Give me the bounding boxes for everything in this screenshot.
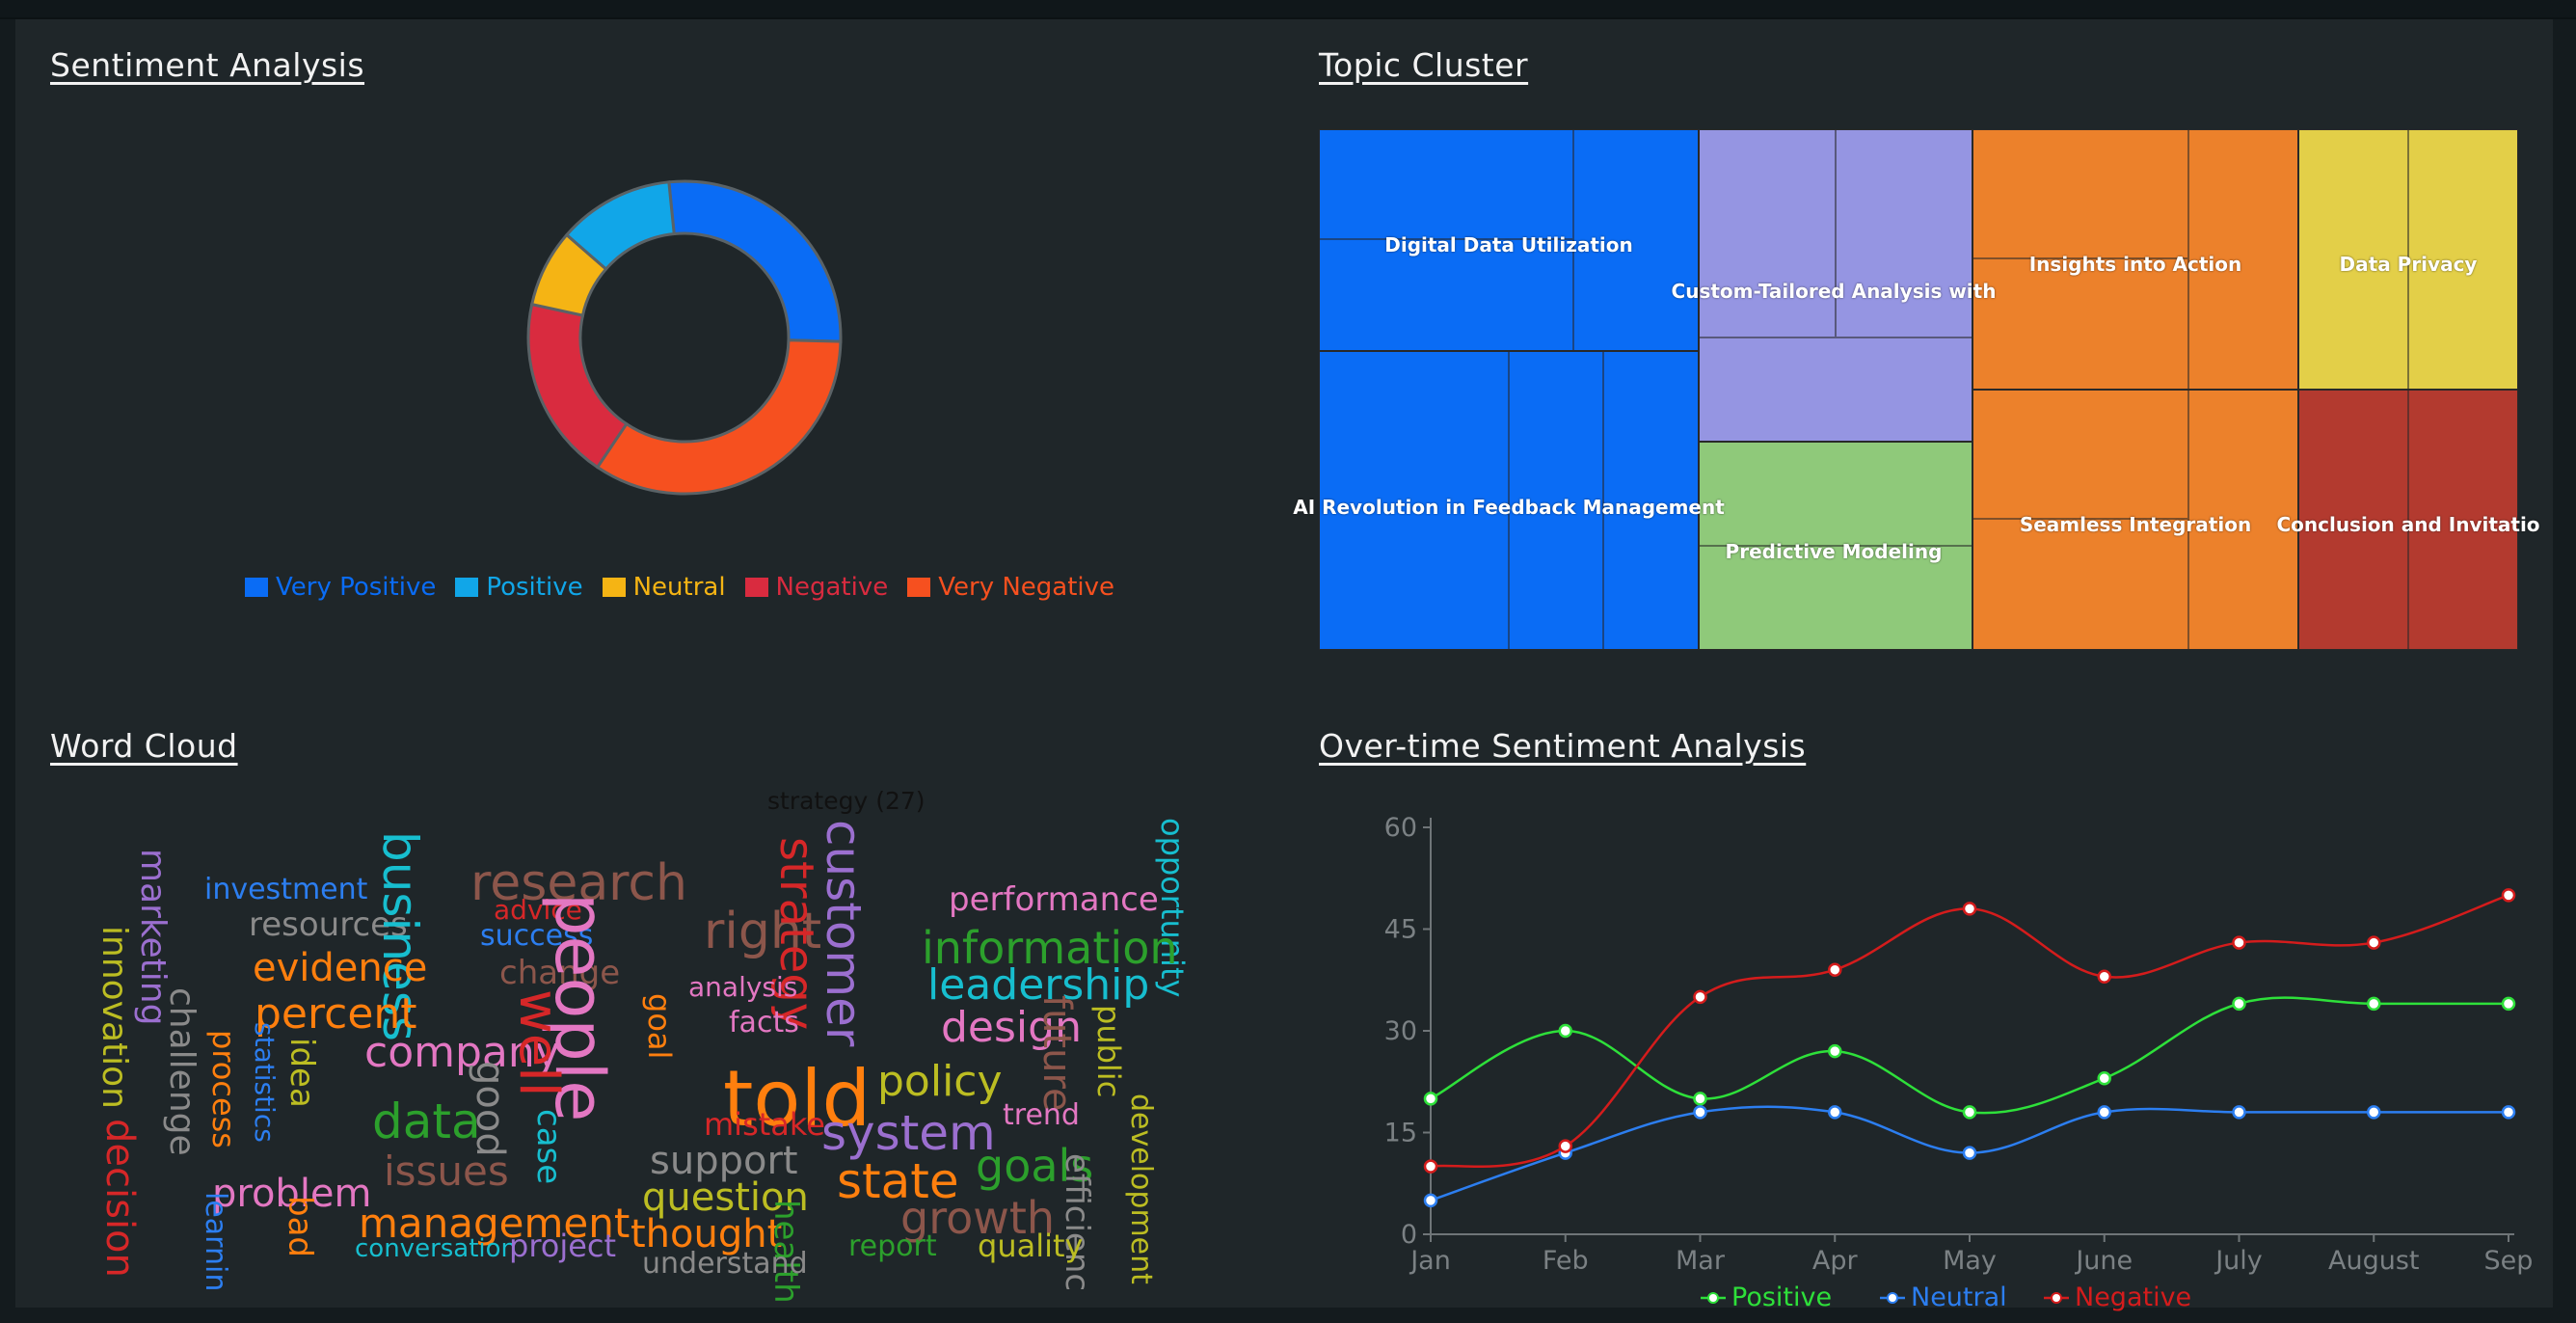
point-neutral[interactable] [2232, 1105, 2246, 1120]
legend-swatch [245, 578, 268, 597]
line-negative[interactable] [1430, 894, 2509, 1168]
x-tick-label: Sep [2484, 1246, 2534, 1276]
point-negative[interactable] [2367, 935, 2381, 950]
point-negative[interactable] [1693, 989, 1707, 1005]
treemap-subcell[interactable] [1699, 338, 1972, 442]
point-negative[interactable] [1962, 902, 1977, 916]
treemap-subcell[interactable] [1972, 258, 2188, 390]
point-neutral[interactable] [1423, 1193, 1438, 1208]
point-negative[interactable] [1828, 962, 1842, 977]
treemap-label: Seamless Integration [2019, 513, 2252, 536]
over-time-sentiment-title: Over-time Sentiment Analysis [1319, 727, 1807, 765]
point-neutral[interactable] [2501, 1105, 2516, 1120]
donut-slice-very-negative[interactable] [595, 338, 843, 496]
point-neutral[interactable] [2097, 1105, 2111, 1120]
donut-slice-very-positive[interactable] [667, 179, 843, 343]
sentiment-donut-chart [526, 179, 843, 496]
point-positive[interactable] [2501, 996, 2516, 1012]
treemap-label: Insights into Action [2028, 253, 2242, 276]
point-positive[interactable] [2232, 996, 2246, 1012]
x-tick-label: June [2074, 1246, 2133, 1276]
legend-label: Neutral [632, 573, 726, 602]
legend-item-neutral[interactable]: Neutral [602, 573, 726, 602]
point-negative[interactable] [2097, 969, 2111, 984]
topic-cluster-title: Topic Cluster [1319, 46, 1529, 84]
top-bar [0, 0, 2576, 19]
treemap-label: Data Privacy [2339, 253, 2478, 276]
y-tick-label: 60 [1384, 813, 1417, 843]
point-positive[interactable] [1693, 1092, 1707, 1106]
treemap-subcell[interactable] [1972, 129, 2188, 258]
treemap-subcell[interactable] [1836, 129, 1972, 338]
legend-label: Positive [486, 573, 583, 602]
x-tick-label: Mar [1676, 1246, 1726, 1276]
legend-marker [2051, 1292, 2062, 1304]
word-cloud-title: Word Cloud [50, 727, 238, 765]
point-neutral[interactable] [2367, 1105, 2381, 1120]
x-tick-label: Apr [1812, 1246, 1859, 1276]
point-neutral[interactable] [1962, 1146, 1977, 1160]
legend-item-positive[interactable]: Positive [455, 573, 583, 602]
legend-label-positive[interactable]: Positive [1731, 1282, 1832, 1311]
legend-label: Very Negative [938, 573, 1115, 602]
legend-label: Negative [775, 573, 889, 602]
legend-item-negative[interactable]: Negative [744, 573, 889, 602]
treemap-subcell[interactable] [1972, 519, 2188, 650]
point-neutral[interactable] [1828, 1105, 1842, 1120]
point-positive[interactable] [1828, 1043, 1842, 1059]
sentiment-legend: Very Positive Positive Neutral Negative Very… [245, 573, 1134, 602]
word-cloud-tooltip: strategy (27) [767, 787, 926, 815]
legend-swatch [744, 578, 768, 597]
point-neutral[interactable] [1693, 1105, 1707, 1120]
treemap-label: AI Revolution in Feedback Management [1293, 496, 1725, 519]
treemap-label: Conclusion and Invitatio [2276, 513, 2540, 536]
legend-item-very-positive[interactable]: Very Positive [245, 573, 436, 602]
legend-label-negative[interactable]: Negative [2075, 1282, 2191, 1311]
y-tick-label: 15 [1384, 1119, 1417, 1148]
sentiment-analysis-title: Sentiment Analysis [50, 46, 365, 84]
x-tick-label: August [2328, 1246, 2420, 1276]
x-tick-label: Feb [1543, 1246, 1589, 1276]
legend-swatch [907, 578, 931, 597]
legend-marker [1887, 1292, 1898, 1304]
treemap-label: Predictive Modeling [1725, 540, 1943, 563]
donut-slice-negative[interactable] [526, 302, 629, 470]
y-tick-label: 30 [1384, 1016, 1417, 1046]
point-negative[interactable] [1423, 1159, 1438, 1174]
point-positive[interactable] [2097, 1070, 2111, 1086]
point-negative[interactable] [1558, 1139, 1572, 1153]
legend-swatch [455, 578, 479, 597]
point-positive[interactable] [1423, 1092, 1438, 1106]
sentiment-line-chart: 015304560Jan Feb Mar Apr May June July August Se… [1384, 813, 2534, 1311]
point-positive[interactable] [1558, 1023, 1572, 1039]
point-negative[interactable] [2501, 888, 2516, 903]
x-tick-label: Jan [1409, 1246, 1451, 1276]
treemap-subcell[interactable] [1972, 390, 2188, 519]
legend-swatch [602, 578, 626, 597]
legend-marker [1707, 1292, 1719, 1304]
point-negative[interactable] [2232, 935, 2246, 950]
legend-item-very-negative[interactable]: Very Negative [907, 573, 1114, 602]
topic-cluster-treemap: Digital Data Utilization AI Revolution in… [1293, 129, 2540, 650]
point-positive[interactable] [2367, 996, 2381, 1012]
legend-label-neutral[interactable]: Neutral [1911, 1282, 2007, 1311]
x-tick-label: July [2214, 1246, 2263, 1276]
treemap-label: Digital Data Utilization [1384, 233, 1633, 256]
line-positive[interactable] [1430, 996, 2509, 1115]
point-positive[interactable] [1962, 1105, 1977, 1120]
treemap-subcell[interactable] [1699, 129, 1836, 338]
x-tick-label: May [1943, 1246, 1997, 1276]
legend-label: Very Positive [276, 573, 437, 602]
treemap-subcell[interactable] [1319, 129, 1573, 239]
treemap-label: Custom-Tailored Analysis with [1671, 280, 1997, 303]
treemap-subcell[interactable] [1699, 442, 1972, 546]
y-tick-label: 45 [1384, 915, 1417, 945]
